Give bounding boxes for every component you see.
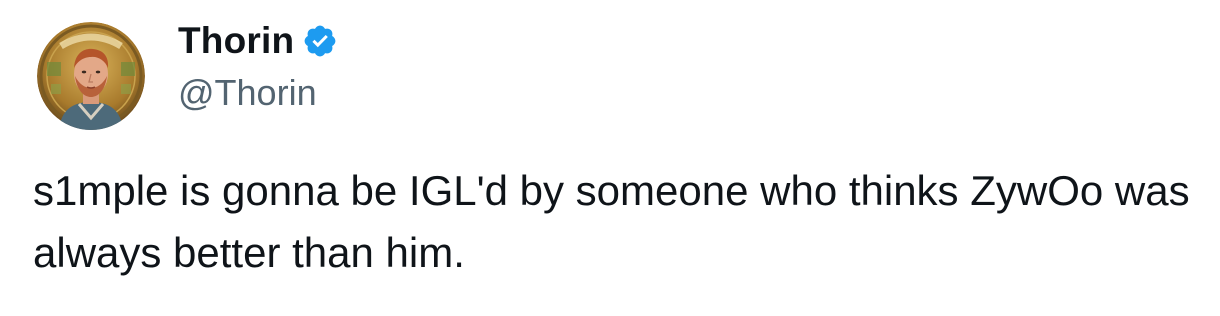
verified-badge-icon[interactable] [302, 23, 338, 59]
author-name-row: Thorin [178, 18, 338, 64]
author-avatar[interactable] [37, 22, 145, 130]
tweet-card: Thorin @Thorin s1mple is gonna be IGL'd … [0, 0, 1220, 316]
author-handle[interactable]: @Thorin [178, 72, 317, 114]
tweet-text: s1mple is gonna be IGL'd by someone who … [33, 167, 1190, 276]
avatar-image [37, 22, 145, 130]
author-display-name[interactable]: Thorin [178, 20, 294, 62]
